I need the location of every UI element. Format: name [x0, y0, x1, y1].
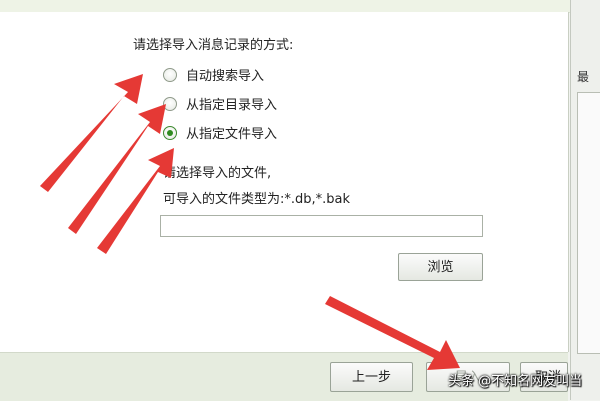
option-from-directory-label: 从指定目录导入 [186, 98, 278, 113]
previous-step-button[interactable]: 上一步 [330, 362, 413, 392]
option-from-file[interactable]: 从指定文件导入 [163, 123, 277, 142]
background-window-panel: 最 [570, 0, 600, 400]
option-from-file-label: 从指定文件导入 [186, 127, 278, 142]
panel-glyph: 最 [577, 70, 590, 84]
import-button[interactable]: 导入 [426, 362, 510, 392]
option-auto-search[interactable]: 自动搜索导入 [163, 65, 264, 84]
background-window-box [577, 92, 600, 354]
file-types-hint: 可导入的文件类型为:*.db,*.bak [163, 192, 351, 207]
browse-button[interactable]: 浏览 [398, 253, 483, 281]
file-path-input[interactable] [160, 215, 483, 237]
radio-auto-search[interactable] [163, 67, 177, 82]
cancel-button[interactable]: 取消 [520, 362, 568, 392]
import-method-title: 请选择导入消息记录的方式: [133, 38, 294, 53]
option-auto-search-label: 自动搜索导入 [186, 69, 265, 84]
radio-from-directory[interactable] [163, 96, 177, 111]
option-from-directory[interactable]: 从指定目录导入 [163, 94, 277, 113]
radio-from-file[interactable] [163, 125, 177, 140]
import-dialog: 请选择导入消息记录的方式: 自动搜索导入 从指定目录导入 从指定文件导入 请选择… [0, 12, 569, 352]
file-prompt: 请选择导入的文件, [163, 166, 272, 181]
